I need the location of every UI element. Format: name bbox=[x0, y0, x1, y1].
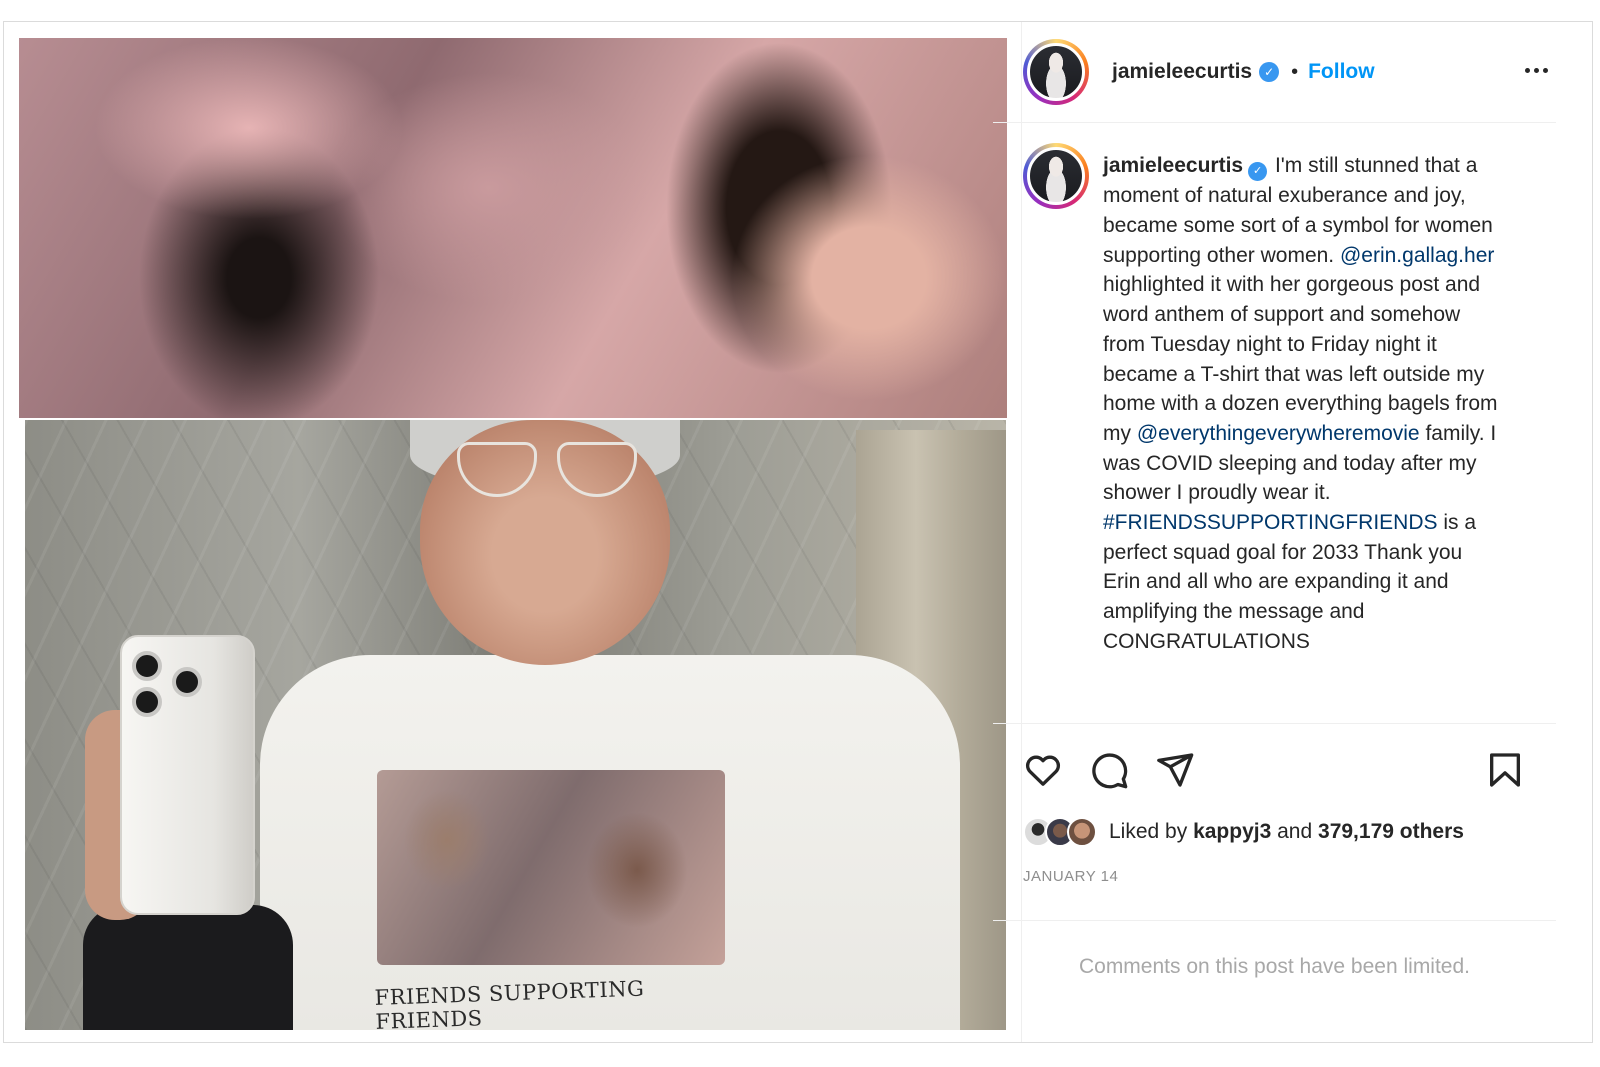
post-sidebar: jamieleecurtis ✓ • Follow jamieleecurtis… bbox=[993, 22, 1593, 1042]
divider bbox=[993, 920, 1556, 921]
liker-avatars[interactable] bbox=[1023, 817, 1097, 847]
separator-dot: • bbox=[1291, 60, 1299, 83]
post-date[interactable]: JANUARY 14 bbox=[1023, 868, 1118, 885]
likes-conjunction: and bbox=[1277, 820, 1313, 843]
follow-button[interactable]: Follow bbox=[1308, 60, 1375, 84]
caption-part-2: highlighted it with her gorgeous post an… bbox=[1103, 273, 1498, 445]
comments-limited-notice: Comments on this post have been limited. bbox=[1078, 955, 1471, 978]
caption-username[interactable]: jamieleecurtis bbox=[1103, 154, 1243, 177]
post-photo-top bbox=[19, 38, 1007, 418]
post-photo-bottom: FRIENDS SUPPORTING FRIENDS bbox=[25, 420, 1006, 1030]
liker-username[interactable]: kappyj3 bbox=[1193, 820, 1271, 843]
smartphone bbox=[120, 635, 255, 915]
verified-icon: ✓ bbox=[1248, 162, 1268, 182]
mention-link[interactable]: @erin.gallag.her bbox=[1340, 244, 1494, 267]
caption-text: jamieleecurtis ✓ I'm still stunned that a… bbox=[1103, 151, 1503, 657]
divider bbox=[993, 723, 1556, 724]
avatar[interactable] bbox=[1023, 39, 1089, 105]
post-header: jamieleecurtis ✓ • Follow bbox=[993, 22, 1556, 123]
post-media[interactable]: FRIENDS SUPPORTING FRIENDS bbox=[4, 22, 1022, 1042]
caption-avatar[interactable] bbox=[1023, 143, 1089, 209]
header-username[interactable]: jamieleecurtis bbox=[1112, 60, 1252, 84]
caption-area: jamieleecurtis ✓ I'm still stunned that a… bbox=[993, 123, 1556, 723]
likes-count-link[interactable]: 379,179 others bbox=[1318, 820, 1464, 843]
share-icon[interactable] bbox=[1155, 750, 1195, 790]
likes-summary: Liked by kappyj3 and 379,179 others bbox=[1109, 820, 1464, 844]
more-icon[interactable] bbox=[1525, 68, 1548, 73]
mention-link[interactable]: @everythingeverywheremovie bbox=[1137, 422, 1420, 445]
shirt-print-image bbox=[377, 770, 725, 965]
hashtag-link[interactable]: #FRIENDSSUPPORTINGFRIENDS bbox=[1103, 511, 1438, 534]
arm-sleeve bbox=[83, 905, 293, 1030]
bookmark-icon[interactable] bbox=[1485, 750, 1525, 790]
verified-icon: ✓ bbox=[1259, 62, 1280, 82]
likes-prefix: Liked by bbox=[1109, 820, 1188, 843]
heart-icon[interactable] bbox=[1023, 750, 1063, 790]
post-frame: FRIENDS SUPPORTING FRIENDS jamieleecurti… bbox=[3, 21, 1593, 1043]
comment-icon[interactable] bbox=[1089, 750, 1129, 790]
likes-row: Liked by kappyj3 and 379,179 others bbox=[1023, 817, 1464, 847]
